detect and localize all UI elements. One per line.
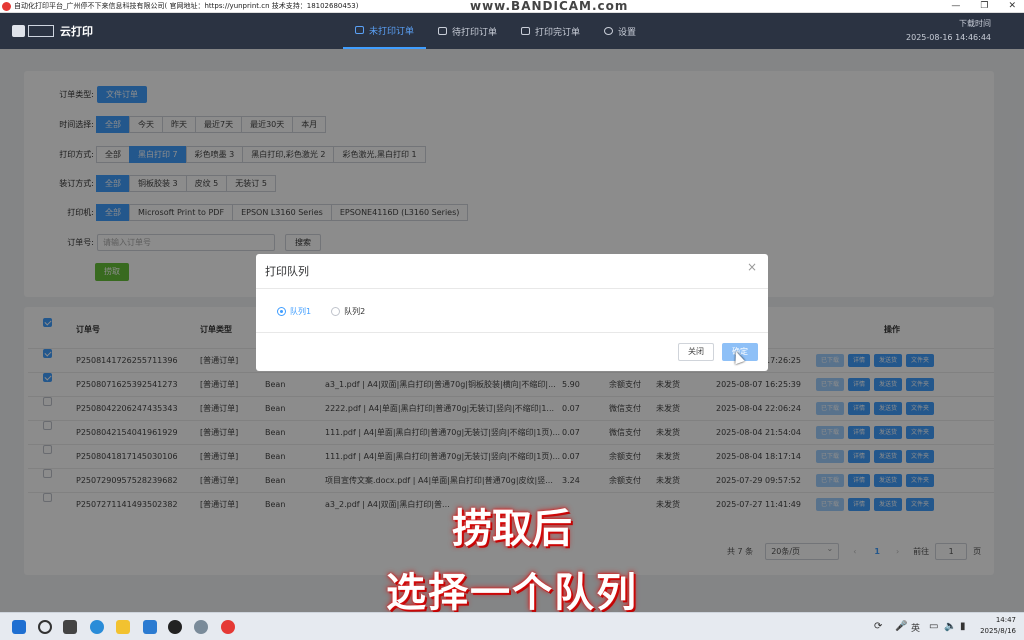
caption-line-1: 捞取后 bbox=[452, 506, 572, 552]
input-language[interactable]: 英 bbox=[911, 621, 920, 634]
printer-icon bbox=[521, 27, 531, 35]
radio-dot bbox=[277, 307, 286, 316]
tab-label: 打印完订单 bbox=[535, 27, 581, 38]
file-explorer-icon[interactable] bbox=[116, 620, 130, 634]
download-time-value: 2025-08-16 14:46:44 bbox=[906, 33, 991, 42]
printer-icon bbox=[355, 26, 364, 34]
edge-browser-icon[interactable] bbox=[90, 620, 104, 634]
vscode-icon[interactable] bbox=[143, 620, 157, 634]
settings-app-icon[interactable] bbox=[194, 620, 208, 634]
divider bbox=[256, 332, 768, 333]
radio-label: 队列2 bbox=[344, 307, 366, 316]
gear-icon bbox=[604, 27, 614, 35]
tab-label: 待打印订单 bbox=[452, 27, 498, 38]
clock[interactable]: 14:47 2025/8/16 bbox=[980, 615, 1016, 637]
printer-icon bbox=[438, 27, 448, 35]
battery-icon[interactable]: ▮ bbox=[960, 621, 966, 632]
radio-label: 队列1 bbox=[290, 307, 312, 316]
close-icon[interactable]: × bbox=[747, 260, 757, 274]
window-titlebar: 自动化打印平台_广州停不下来信息科技有限公司( 官网地址：https://yun… bbox=[0, 0, 1024, 13]
dialog-actions: 关闭 确定 bbox=[678, 343, 758, 361]
queue-2-radio[interactable]: 队列2 bbox=[331, 306, 365, 317]
tab-label: 设置 bbox=[618, 27, 637, 38]
tab-settings[interactable]: 设置 bbox=[592, 13, 648, 49]
nav-tabs: 未打印订单 待打印订单 打印完订单 设置 bbox=[343, 13, 648, 49]
windows-start-icon[interactable] bbox=[12, 620, 26, 634]
mic-icon[interactable]: 🎤 bbox=[895, 621, 907, 632]
top-nav: 云打印 未打印订单 待打印订单 打印完订单 设置 下载时间 2025-08-16… bbox=[0, 13, 1024, 49]
tab-unprinted-orders[interactable]: 未打印订单 bbox=[343, 13, 427, 49]
search-icon[interactable] bbox=[38, 620, 52, 634]
print-queue-dialog: 打印队列 × 队列1 队列2 关闭 确定 bbox=[256, 254, 768, 371]
tab-pending-orders[interactable]: 待打印订单 bbox=[426, 13, 509, 49]
window-title: 自动化打印平台_广州停不下来信息科技有限公司( 官网地址：https://yun… bbox=[14, 2, 359, 10]
printer-logo-icon bbox=[12, 25, 25, 37]
clock-date: 2025/8/16 bbox=[980, 627, 1016, 635]
tab-printed-orders[interactable]: 打印完订单 bbox=[509, 13, 592, 49]
close-window-button[interactable]: ✕ bbox=[1008, 0, 1016, 13]
logo-image bbox=[28, 25, 54, 37]
print-app-icon[interactable] bbox=[221, 620, 235, 634]
brand-name: 云打印 bbox=[60, 25, 93, 38]
brand: 云打印 bbox=[12, 23, 93, 39]
volume-icon[interactable]: 🔈 bbox=[944, 621, 956, 632]
caption-line-2: 选择一个队列 bbox=[386, 570, 638, 616]
radio-dot bbox=[331, 307, 341, 316]
tab-label: 未打印订单 bbox=[369, 26, 415, 37]
minimize-button[interactable]: — bbox=[951, 0, 960, 13]
clock-time: 14:47 bbox=[995, 616, 1016, 624]
recorder-icon[interactable] bbox=[168, 620, 182, 634]
dialog-title: 打印队列 bbox=[265, 265, 309, 278]
task-view-icon[interactable] bbox=[63, 620, 77, 634]
recording-watermark: www.BANDICAM.com bbox=[470, 0, 629, 13]
download-time-label: 下载时间 bbox=[959, 19, 991, 28]
queue-1-radio[interactable]: 队列1 bbox=[277, 306, 311, 317]
maximize-button[interactable]: ❐ bbox=[980, 0, 988, 13]
queue-radio-group: 队列1 队列2 bbox=[277, 306, 385, 317]
divider bbox=[256, 288, 768, 289]
app-icon bbox=[2, 1, 11, 11]
network-icon[interactable]: ▭ bbox=[929, 621, 938, 632]
sync-icon[interactable]: ⟳ bbox=[874, 621, 882, 632]
dialog-close-button[interactable]: 关闭 bbox=[678, 343, 714, 361]
download-time: 下载时间 2025-08-16 14:46:44 bbox=[906, 17, 991, 45]
window-controls: — ❐ ✕ bbox=[951, 0, 1016, 13]
taskbar: ⟳ 🎤 英 ▭ 🔈 ▮ 14:47 2025/8/16 bbox=[0, 612, 1024, 640]
